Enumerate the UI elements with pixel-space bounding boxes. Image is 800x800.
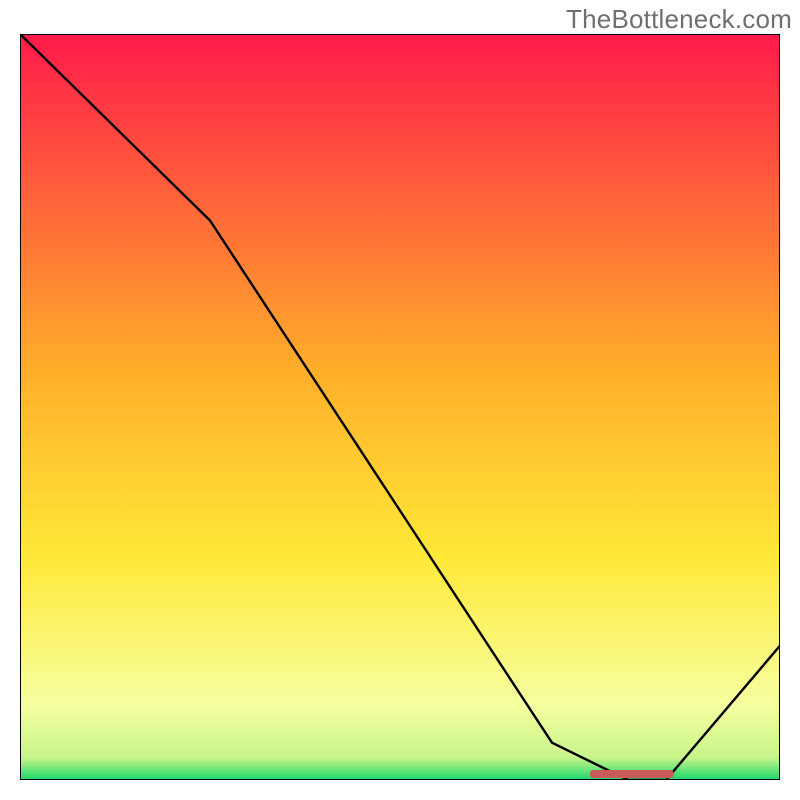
watermark-label: TheBottleneck.com [566,4,792,35]
plot-area [20,34,780,780]
chart-canvas: TheBottleneck.com [0,0,800,800]
plot-svg [20,34,780,780]
optimal-range-marker [590,770,674,778]
